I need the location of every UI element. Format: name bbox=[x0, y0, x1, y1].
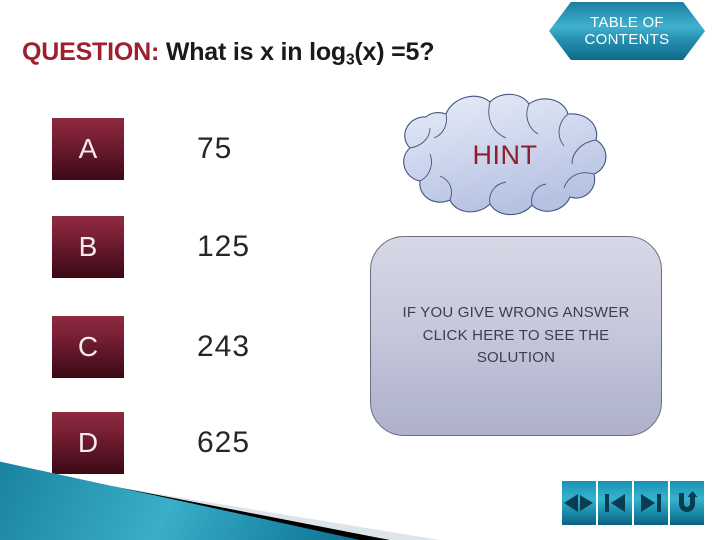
answer-letter-b: B bbox=[78, 231, 98, 262]
question-body-before: What is x in log bbox=[165, 38, 346, 66]
answer-value-a: 75 bbox=[197, 132, 233, 165]
previous-next-button[interactable] bbox=[562, 481, 596, 525]
see-solution-label: IF YOU GIVE WRONG ANSWER CLICK HERE TO S… bbox=[402, 304, 630, 367]
see-solution-button[interactable]: IF YOU GIVE WRONG ANSWER CLICK HERE TO S… bbox=[370, 236, 662, 436]
slide-canvas: TABLE OF CONTENTS QUESTION: What is x in… bbox=[0, 0, 720, 540]
answer-letter-a: A bbox=[78, 133, 98, 164]
skip-back-icon bbox=[605, 494, 625, 512]
answer-choice-a-button[interactable]: A bbox=[52, 118, 124, 180]
answer-row-b: B 125 bbox=[52, 216, 312, 278]
return-arrow-icon bbox=[679, 491, 698, 512]
question-body-after: (x) =5? bbox=[354, 38, 435, 66]
answer-value-d: 625 bbox=[197, 426, 251, 459]
table-of-contents-label: TABLE OF CONTENTS bbox=[584, 13, 670, 48]
answer-value-c: 243 bbox=[197, 330, 251, 363]
table-of-contents-button[interactable]: TABLE OF CONTENTS bbox=[549, 2, 705, 60]
return-button[interactable] bbox=[670, 481, 704, 525]
question-label: QUESTION: bbox=[22, 38, 160, 66]
answer-letter-c: C bbox=[77, 331, 99, 362]
next-slide-button[interactable] bbox=[634, 481, 668, 525]
navigation-bar bbox=[562, 481, 704, 525]
answer-value-b: 125 bbox=[197, 230, 251, 263]
answer-row-a: A 75 bbox=[52, 118, 312, 180]
hint-button[interactable]: HINT bbox=[382, 92, 614, 218]
answer-choice-b-button[interactable]: B bbox=[52, 216, 124, 278]
answer-row-d: D 625 bbox=[52, 412, 312, 474]
answer-letter-d: D bbox=[77, 427, 99, 458]
question-text: QUESTION: What is x in log3(x) =5? bbox=[22, 38, 434, 69]
answer-choice-d-button[interactable]: D bbox=[52, 412, 124, 474]
hint-label: HINT bbox=[472, 139, 538, 170]
answer-choice-c-button[interactable]: C bbox=[52, 316, 124, 378]
skip-forward-icon bbox=[641, 494, 661, 512]
first-slide-button[interactable] bbox=[598, 481, 632, 525]
left-right-triangles-icon bbox=[564, 494, 593, 512]
answer-row-c: C 243 bbox=[52, 316, 312, 378]
